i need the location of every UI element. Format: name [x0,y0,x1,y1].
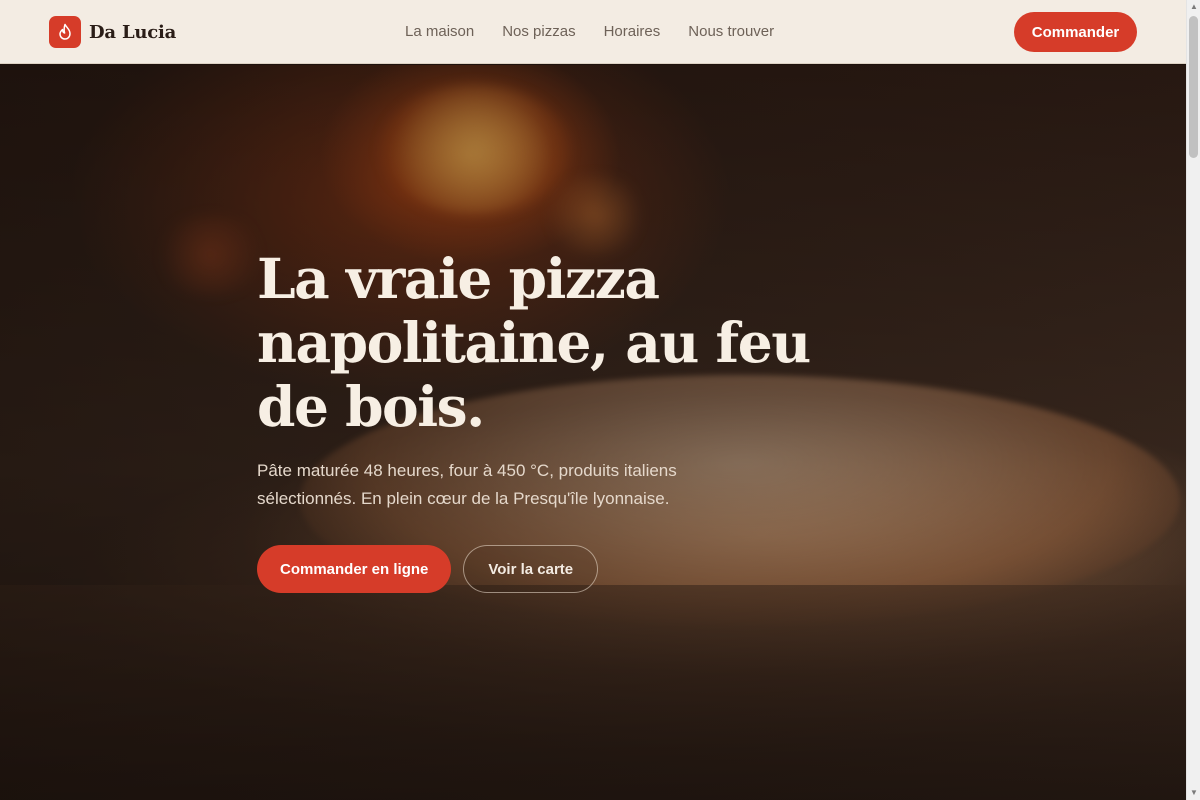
main-nav: La maison Nos pizzas Horaires Nous trouv… [405,22,774,42]
nav-item-nos-pizzas[interactable]: Nos pizzas [502,22,575,42]
hero-content: La vraie pizza napolitaine, au feu de bo… [257,247,897,593]
brand[interactable]: Da Lucia [49,16,176,48]
nav-item-horaires[interactable]: Horaires [604,22,661,42]
hero-section: La vraie pizza napolitaine, au feu de bo… [0,65,1186,800]
view-menu-button[interactable]: Voir la carte [463,545,599,593]
scrollbar-thumb[interactable] [1189,16,1198,158]
site-header: Da Lucia La maison Nos pizzas Horaires N… [0,0,1186,64]
flame-icon [49,16,81,48]
order-online-button[interactable]: Commander en ligne [257,545,452,593]
hero-actions: Commander en ligne Voir la carte [257,545,897,593]
hero-subtitle: Pâte maturée 48 heures, four à 450 °C, p… [257,461,677,508]
scroll-up-arrow-icon[interactable]: ▲ [1190,3,1198,11]
page-scrollbar[interactable]: ▲ ▼ [1186,0,1200,800]
nav-item-la-maison[interactable]: La maison [405,22,474,42]
brand-name: Da Lucia [89,21,177,43]
nav-item-nous-trouver[interactable]: Nous trouver [688,22,774,42]
order-button[interactable]: Commander [1014,12,1137,52]
scroll-down-arrow-icon[interactable]: ▼ [1190,789,1198,797]
hero-title: La vraie pizza napolitaine, au feu de bo… [257,246,811,439]
